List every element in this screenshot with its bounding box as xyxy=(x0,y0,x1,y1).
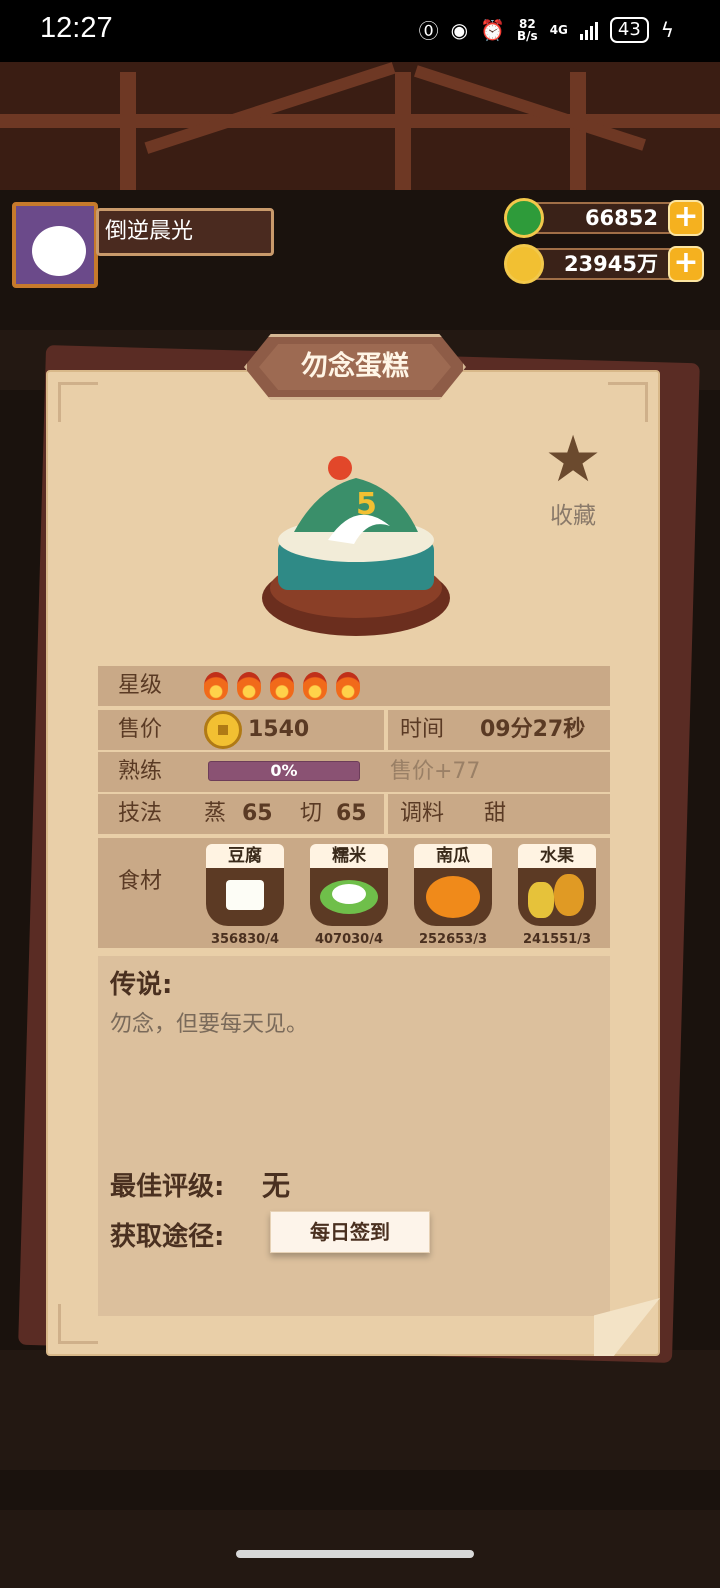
proficiency-bonus: 售价+77 xyxy=(390,759,481,784)
seasoning-row: 调料 甜 xyxy=(388,794,610,834)
svg-text:5: 5 xyxy=(356,487,377,522)
technique-1-value: 65 xyxy=(242,801,273,826)
favorite-label: 收藏 xyxy=(550,503,596,529)
star-level-label: 星级 xyxy=(118,673,163,698)
ingredient-tofu[interactable]: 豆腐 356830/4 xyxy=(206,844,284,947)
roof-background xyxy=(0,62,720,190)
technique-2-name: 切 xyxy=(300,801,323,826)
add-jade-button[interactable]: + xyxy=(668,200,704,236)
dish-title-tab: 勿念蛋糕 xyxy=(244,334,466,400)
proficiency-label: 熟练 xyxy=(118,759,163,784)
legend-section: 传说: 勿念，但要每天见。 最佳评级: 无 获取途径: 每日签到 xyxy=(98,956,610,1316)
seasoning-value: 甜 xyxy=(484,801,507,826)
star-level-fires xyxy=(204,672,360,700)
price-value: 1540 xyxy=(248,717,310,742)
cat-face-icon xyxy=(32,226,86,276)
volte-icon: ⓪ xyxy=(418,19,439,43)
price-row: 售价 1540 xyxy=(98,710,384,750)
star-icon: ★ xyxy=(544,423,602,497)
price-label: 售价 xyxy=(118,717,163,742)
charging-icon: ϟ xyxy=(660,17,674,42)
corner-ornament xyxy=(58,382,98,422)
corner-ornament xyxy=(608,382,648,422)
signal-icon xyxy=(579,20,598,40)
technique-row: 技法 蒸 65 切 65 xyxy=(98,794,384,834)
jade-currency: 66852 + xyxy=(504,198,704,238)
daily-checkin-button[interactable]: 每日签到 xyxy=(270,1211,430,1253)
ingredient-fruit[interactable]: 水果 241551/3 xyxy=(518,844,596,947)
best-rating-value: 无 xyxy=(262,1169,291,1202)
technique-2-value: 65 xyxy=(336,801,367,826)
home-indicator[interactable] xyxy=(236,1550,474,1558)
legend-title: 传说: xyxy=(110,970,173,1000)
fire-icon xyxy=(270,672,294,700)
legend-text: 勿念，但要每天见。 xyxy=(110,1012,309,1037)
seasoning-label: 调料 xyxy=(400,801,445,826)
player-avatar[interactable] xyxy=(12,202,98,288)
jade-icon xyxy=(504,198,544,238)
corner-ornament xyxy=(58,1304,98,1344)
ingredient-glutinous-rice[interactable]: 糯米 407030/4 xyxy=(310,844,388,947)
alarm-icon: ⏰ xyxy=(480,17,506,42)
favorite-button[interactable]: ★ 收藏 xyxy=(540,428,606,530)
time-value: 09分27秒 xyxy=(480,717,586,742)
eye-icon: ◉ xyxy=(450,17,469,42)
dish-title: 勿念蛋糕 xyxy=(259,344,451,390)
fire-icon xyxy=(303,672,327,700)
pineapple-icon xyxy=(554,874,584,916)
star-level-row: 星级 xyxy=(98,666,610,706)
pumpkin-icon xyxy=(426,876,480,918)
fire-icon xyxy=(204,672,228,700)
time-row: 时间 09分27秒 xyxy=(388,710,610,750)
fire-icon xyxy=(237,672,261,700)
technique-label: 技法 xyxy=(118,801,163,826)
best-rating-label: 最佳评级: xyxy=(110,1172,225,1202)
fire-icon xyxy=(336,672,360,700)
ingredient-pumpkin[interactable]: 南瓜 252653/3 xyxy=(414,844,492,947)
dish-image: 5 xyxy=(262,456,450,636)
source-label: 获取途径: xyxy=(110,1222,225,1252)
player-name: 倒逆晨光 xyxy=(96,208,274,256)
proficiency-row: 熟练 0% 售价+77 xyxy=(98,752,610,792)
ingredients-label: 食材 xyxy=(118,869,163,894)
network-type: 4G xyxy=(549,22,568,37)
ingredients-row: 食材 豆腐 356830/4 糯米 407030/4 南瓜 252653/3 水… xyxy=(98,838,610,948)
net-speed: 82 B/s xyxy=(517,16,538,43)
add-coins-button[interactable]: + xyxy=(668,246,704,282)
clock: 12:27 xyxy=(40,12,113,44)
proficiency-progress: 0% xyxy=(208,761,360,781)
coin-icon xyxy=(504,244,544,284)
coin-icon xyxy=(204,711,242,749)
player-card[interactable]: 倒逆晨光 xyxy=(12,202,274,288)
coin-currency: 23945万 + xyxy=(504,244,704,284)
banana-icon xyxy=(528,882,554,918)
battery-icon: 43 xyxy=(609,16,649,43)
time-label: 时间 xyxy=(400,717,445,742)
status-bar: 12:27 ⓪ ◉ ⏰ 82 B/s 4G 43 ϟ xyxy=(0,0,720,62)
status-icons: ⓪ ◉ ⏰ 82 B/s 4G 43 ϟ xyxy=(419,15,674,44)
tofu-icon xyxy=(226,880,264,910)
technique-1-name: 蒸 xyxy=(204,801,227,826)
